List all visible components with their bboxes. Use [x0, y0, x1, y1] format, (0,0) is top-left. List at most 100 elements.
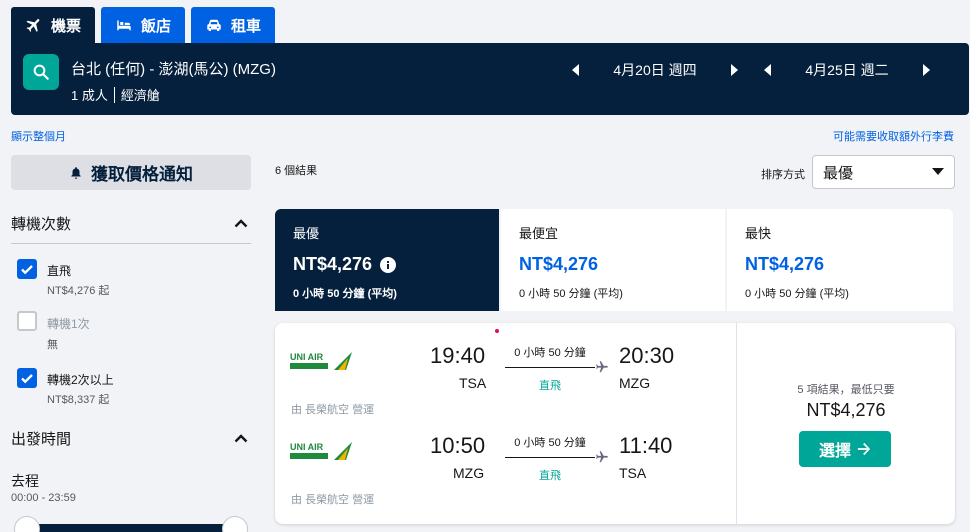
uniair-logo: UNI AIR [290, 352, 352, 370]
price-alert-label: 獲取價格通知 [91, 165, 193, 184]
sort-tab-fastest-price: NT$4,276 [745, 254, 825, 274]
outbound-slider-max-handle[interactable] [222, 516, 248, 532]
return-leg: UNI AIR 10:50 MZG 0 小時 50 分鐘 直飛 11:40 TS… [275, 413, 736, 506]
stops-two-plus-price: NT$8,337 起 [47, 394, 110, 406]
tab-car-hire-label: 租車 [231, 17, 262, 35]
chevron-left-icon [572, 64, 579, 76]
outbound-arrival-time: 20:30 [619, 343, 675, 368]
caret-down-icon [932, 168, 944, 175]
stops-section-title: 轉機次數 [11, 216, 72, 233]
search-button[interactable] [23, 54, 59, 90]
sort-tab-best[interactable]: 最優 NT$4,276 0 小時 50 分鐘 (平均) [275, 209, 499, 311]
separator [113, 86, 115, 103]
return-departure-time: 10:50 [430, 433, 486, 458]
outbound-label: 去程 [11, 473, 39, 489]
svg-text:UNI AIR: UNI AIR [290, 442, 324, 452]
sort-tab-cheapest-label: 最便宜 [519, 226, 559, 241]
sort-tab-best-duration: 0 小時 50 分鐘 (平均) [293, 288, 397, 300]
plane-icon [26, 19, 40, 32]
return-prev-day-button[interactable] [760, 62, 776, 78]
sort-select[interactable]: 最優 [812, 155, 955, 189]
plane-icon [596, 361, 608, 373]
search-summary[interactable]: 台北 (任何) - 澎湖(馬公) (MZG) 1 成人 經濟艙 4月20日 週四… [11, 43, 969, 115]
stops-direct-label: 直飛 [47, 264, 72, 278]
outbound-time-range: 00:00 - 23:59 [11, 492, 76, 504]
select-button-label: 選擇 [818, 443, 851, 460]
chevron-up-icon[interactable] [234, 218, 248, 228]
sort-tab-best-price-row: NT$4,276 [293, 254, 481, 275]
stops-direct-price: NT$4,276 起 [47, 285, 110, 297]
sort-tab-cheapest-duration: 0 小時 50 分鐘 (平均) [519, 288, 623, 300]
sort-tab-best-price: NT$4,276 [293, 254, 373, 274]
bell-icon [71, 166, 81, 179]
return-date-text[interactable]: 4月25日 週二 [776, 60, 918, 80]
route-line [505, 367, 595, 368]
depart-prev-day-button[interactable] [568, 62, 584, 78]
divider [11, 243, 251, 244]
stops-direct-checkbox[interactable] [17, 259, 37, 279]
depart-next-day-button[interactable] [726, 62, 742, 78]
outbound-departure-airport: TSA [459, 375, 487, 391]
stops-one-label: 轉機1次 [47, 317, 90, 331]
outbound-departure-time: 19:40 [430, 343, 486, 368]
passenger-cabin: 1 成人 經濟艙 [71, 85, 160, 104]
departure-section-title: 出發時間 [11, 431, 72, 448]
arrow-right-icon [857, 442, 871, 456]
bed-icon [117, 20, 131, 31]
price-alert-button[interactable]: 獲取價格通知 [11, 155, 251, 190]
checkmark-icon [21, 374, 33, 384]
stops-one-price: 無 [47, 339, 58, 351]
plane-icon [596, 451, 608, 463]
return-arrival-airport: TSA [619, 465, 647, 481]
return-stops: 直飛 [539, 470, 561, 482]
sort-tab-fastest-label: 最快 [745, 226, 772, 241]
sort-tab-fastest-duration: 0 小時 50 分鐘 (平均) [745, 288, 849, 300]
return-next-day-button[interactable] [918, 62, 934, 78]
return-arrival-time: 11:40 [619, 433, 673, 458]
flight-result-card[interactable]: UNI AIR 19:40 TSA 0 小時 50 分鐘 直飛 20:30 MZ… [275, 323, 955, 524]
baggage-fees-link[interactable]: 可能需要收取額外行李費 [833, 128, 954, 144]
return-departure-airport: MZG [453, 465, 485, 481]
sort-tab-cheapest-price: NT$4,276 [519, 254, 599, 274]
stops-two-plus-checkbox[interactable] [17, 368, 37, 388]
sort-tab-best-label: 最優 [293, 226, 320, 241]
tab-car-hire[interactable]: 租車 [191, 7, 276, 43]
outbound-leg: UNI AIR 19:40 TSA 0 小時 50 分鐘 直飛 20:30 MZ… [275, 323, 736, 416]
chevron-right-icon [731, 64, 738, 76]
sort-tab-fastest[interactable]: 最快 NT$4,276 0 小時 50 分鐘 (平均) [727, 209, 953, 311]
tab-hotels-label: 飯店 [141, 17, 172, 35]
tab-hotels[interactable]: 飯店 [101, 7, 186, 43]
car-icon [207, 19, 221, 31]
checkmark-icon [21, 265, 33, 275]
outbound-duration: 0 小時 50 分鐘 [514, 347, 586, 359]
uniair-logo: UNI AIR [290, 442, 352, 460]
return-date-control: 4月25日 週二 [760, 60, 934, 80]
stops-one-checkbox[interactable] [17, 311, 37, 331]
outbound-slider-min-handle[interactable] [14, 516, 40, 532]
return-duration: 0 小時 50 分鐘 [514, 437, 586, 449]
deal-price: NT$4,276 [806, 400, 886, 420]
chevron-right-icon [923, 64, 930, 76]
outbound-time-slider-track[interactable] [27, 524, 235, 532]
depart-date-control: 4月20日 週四 [568, 60, 742, 80]
route-text: 台北 (任何) - 澎湖(馬公) (MZG) [71, 61, 276, 78]
show-whole-month-link[interactable]: 顯示整個月 [11, 128, 66, 144]
info-icon[interactable] [380, 256, 397, 273]
search-icon [33, 64, 49, 80]
depart-date-text[interactable]: 4月20日 週四 [584, 60, 726, 80]
cabin-text: 經濟艙 [120, 88, 160, 103]
outbound-stops: 直飛 [539, 380, 561, 392]
chevron-up-icon[interactable] [234, 433, 248, 443]
select-button[interactable]: 選擇 [799, 431, 891, 467]
sort-label: 排序方式 [761, 169, 805, 181]
sort-tab-cheapest[interactable]: 最便宜 NT$4,276 0 小時 50 分鐘 (平均) [501, 209, 725, 311]
svg-text:UNI AIR: UNI AIR [290, 352, 324, 362]
deal-count: 5 項結果，最低只要 [797, 384, 895, 396]
outbound-arrival-airport: MZG [619, 375, 651, 391]
tab-flights[interactable]: 機票 [11, 7, 96, 43]
sort-select-value: 最優 [823, 164, 854, 182]
chevron-left-icon [764, 64, 771, 76]
tab-flights-label: 機票 [51, 17, 82, 35]
result-count: 6 個結果 [275, 165, 318, 177]
route-line [505, 457, 595, 458]
